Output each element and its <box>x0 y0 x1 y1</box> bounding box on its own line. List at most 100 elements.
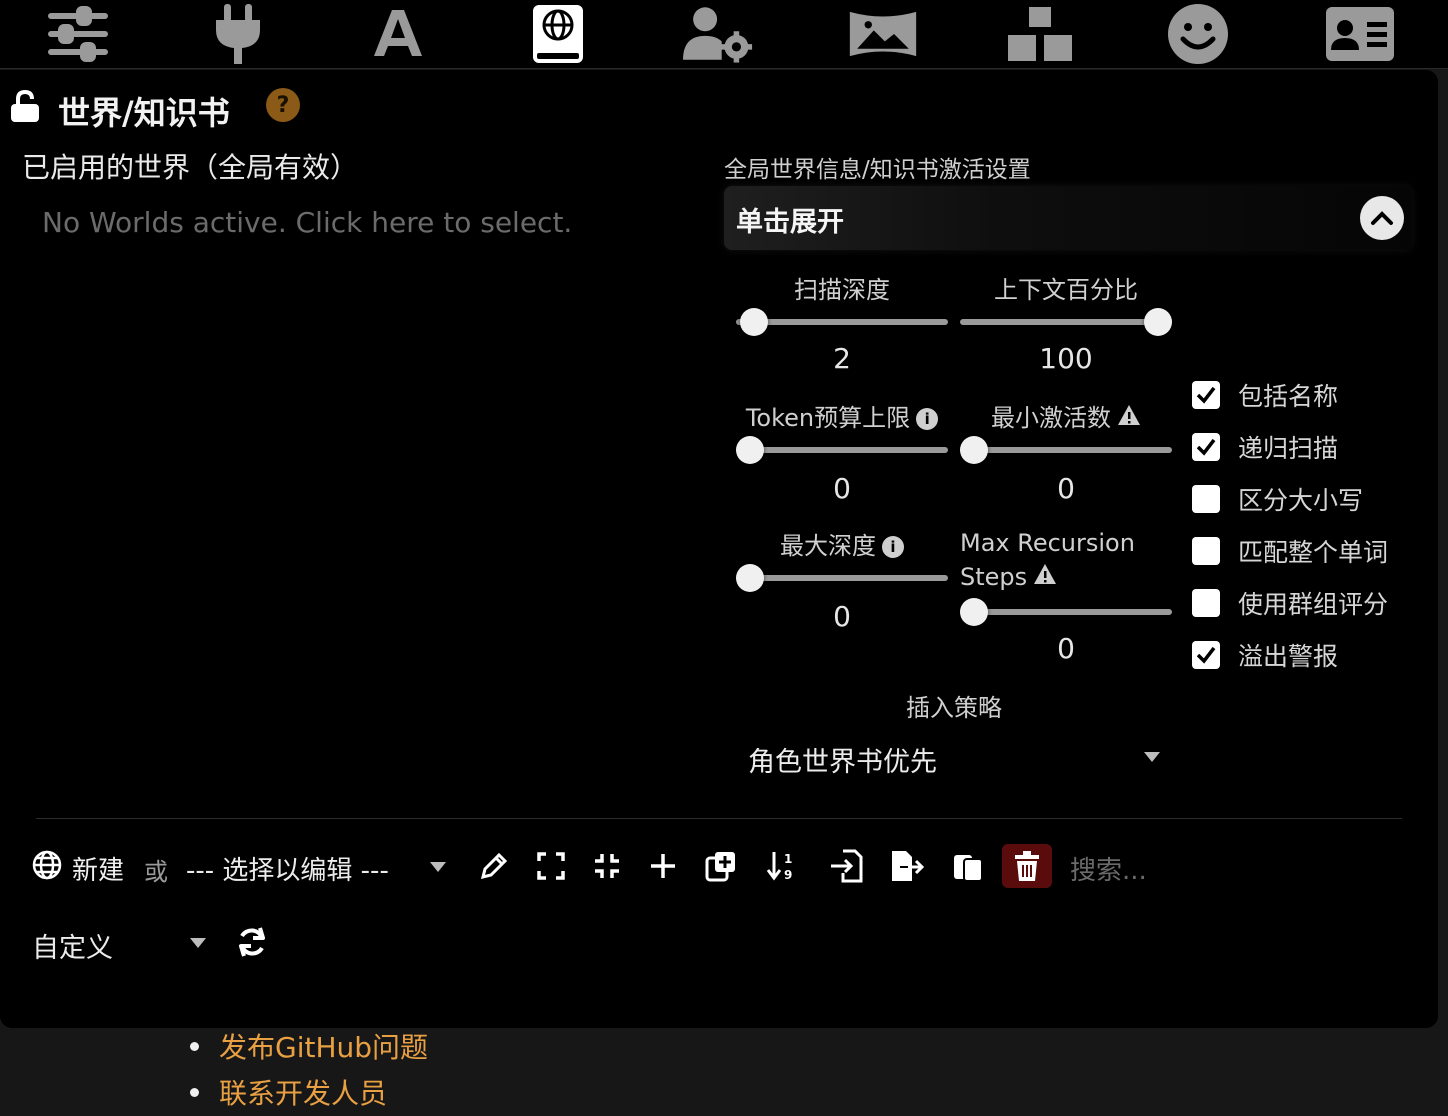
active-worlds-label: 已启用的世界（全局有效） <box>22 151 359 184</box>
collapse-icon[interactable] <box>587 846 627 886</box>
checkbox-label: 递归扫描 <box>1238 434 1339 463</box>
checkbox-label: 溢出警报 <box>1238 642 1339 671</box>
max-recursion-label: Max Recursion Steps <box>960 526 1172 594</box>
drawer-label: 单击展开 <box>736 207 844 238</box>
checkbox-include-names[interactable]: 包括名称 <box>1192 378 1338 412</box>
active-worlds-select[interactable]: No Worlds active. Click here to select. <box>42 206 572 239</box>
warning-icon[interactable] <box>1033 560 1057 594</box>
token-budget-value: 0 <box>833 472 851 505</box>
add-entry-icon[interactable] <box>643 846 683 886</box>
checkbox-label: 使用群组评分 <box>1238 590 1389 619</box>
user-gear-icon[interactable] <box>683 2 753 66</box>
max-recursion-value: 0 <box>1057 632 1075 665</box>
min-activations-value: 0 <box>1057 472 1075 505</box>
contact-developer-link[interactable]: 联系开发人员 <box>219 1072 387 1112</box>
min-activations-slider[interactable] <box>960 436 1172 464</box>
context-percent-value: 100 <box>1039 342 1093 375</box>
rename-pencil-icon[interactable] <box>474 846 514 886</box>
insertion-strategy-label: 插入策略 <box>906 694 1002 722</box>
max-recursion-label-line1: Max Recursion <box>960 529 1135 557</box>
bullet <box>190 1087 199 1097</box>
refresh-icon[interactable] <box>236 926 268 962</box>
duplicate-entry-icon[interactable] <box>701 846 741 886</box>
github-issue-link[interactable]: 发布GitHub问题 <box>219 1026 428 1066</box>
checkbox-label: 区分大小写 <box>1238 486 1364 515</box>
svg-text:9: 9 <box>784 868 792 882</box>
max-depth-label: 最大深度 i <box>736 526 948 561</box>
image-icon[interactable] <box>848 2 918 66</box>
or-label: 或 <box>144 858 168 886</box>
globe-icon[interactable] <box>32 850 62 884</box>
svg-text:1: 1 <box>784 852 792 866</box>
smiley-icon[interactable] <box>1163 2 1233 66</box>
insertion-strategy-select[interactable]: 角色世界书优先 <box>736 734 1172 778</box>
activation-settings-label: 全局世界信息/知识书激活设置 <box>724 157 1031 183</box>
export-icon[interactable] <box>888 846 928 886</box>
settings-drawer-toggle[interactable]: 单击展开 <box>724 186 1412 250</box>
font-icon[interactable] <box>363 2 433 66</box>
checkbox-match-whole-words[interactable]: 匹配整个单词 <box>1192 534 1388 568</box>
context-percent-slider[interactable] <box>960 308 1172 336</box>
top-navigation-bar <box>0 0 1448 69</box>
bullet <box>190 1041 199 1051</box>
scan-depth-label: 扫描深度 <box>794 276 890 304</box>
chevron-down-icon <box>1144 752 1160 762</box>
unlock-icon[interactable] <box>10 89 40 126</box>
scan-depth-slider[interactable] <box>736 308 948 336</box>
checkbox-group-scoring[interactable]: 使用群组评分 <box>1192 586 1388 620</box>
search-input[interactable]: 搜索... <box>1070 850 1147 887</box>
insertion-strategy-value: 角色世界书优先 <box>748 747 937 778</box>
checkbox-box[interactable] <box>1192 641 1220 669</box>
scan-depth-value: 2 <box>833 342 851 375</box>
expand-icon[interactable] <box>531 846 571 886</box>
checkbox-box[interactable] <box>1192 381 1220 409</box>
world-edit-select[interactable]: --- 选择以编辑 --- <box>186 848 450 888</box>
world-info-panel: 世界/知识书 ? 已启用的世界（全局有效） No Worlds active. … <box>0 70 1438 1028</box>
checkbox-box[interactable] <box>1192 485 1220 513</box>
checkbox-box[interactable] <box>1192 433 1220 461</box>
chevron-up-icon[interactable] <box>1360 196 1404 240</box>
token-budget-label: Token预算上限 i <box>736 398 948 433</box>
checkbox-recursive-scan[interactable]: 递归扫描 <box>1192 430 1338 464</box>
sliders-icon[interactable] <box>43 2 113 66</box>
token-budget-label-text: Token预算上限 <box>745 404 911 432</box>
max-depth-label-text: 最大深度 <box>780 532 876 560</box>
import-icon[interactable] <box>826 846 866 886</box>
warning-icon[interactable] <box>1117 404 1141 432</box>
checkbox-case-sensitive[interactable]: 区分大小写 <box>1192 482 1363 516</box>
checkbox-overflow-alert[interactable]: 溢出警报 <box>1192 638 1338 672</box>
new-world-button[interactable]: 新建 <box>72 850 124 887</box>
info-icon[interactable]: i <box>882 536 904 558</box>
max-recursion-label-line2: Steps <box>960 563 1028 591</box>
sort-icon[interactable]: 19 <box>763 846 803 886</box>
panel-title: 世界/知识书 <box>58 94 230 132</box>
divider <box>36 818 1402 819</box>
delete-world-button[interactable] <box>1002 844 1052 888</box>
context-percent-label: 上下文百分比 <box>994 276 1138 304</box>
info-icon[interactable]: i <box>916 408 939 430</box>
checkbox-label: 匹配整个单词 <box>1238 538 1389 567</box>
list-item: 发布GitHub问题 <box>190 1026 428 1066</box>
trash-icon <box>1015 851 1039 881</box>
sort-order-value: 自定义 <box>32 933 113 964</box>
max-depth-value: 0 <box>833 600 851 633</box>
sort-order-select[interactable]: 自定义 <box>32 920 212 964</box>
chevron-down-icon <box>430 862 446 872</box>
book-globe-icon[interactable] <box>523 2 593 66</box>
max-depth-slider[interactable] <box>736 564 948 592</box>
world-edit-select-value: --- 选择以编辑 --- <box>186 856 389 886</box>
min-activations-label-text: 最小激活数 <box>991 404 1111 432</box>
chevron-down-icon <box>190 938 206 948</box>
checkbox-box[interactable] <box>1192 537 1220 565</box>
min-activations-label: 最小激活数 <box>960 398 1172 433</box>
token-budget-slider[interactable] <box>736 436 948 464</box>
checkbox-box[interactable] <box>1192 589 1220 617</box>
max-recursion-slider[interactable] <box>960 598 1172 626</box>
checkbox-label: 包括名称 <box>1238 382 1339 411</box>
id-card-icon[interactable] <box>1325 2 1395 66</box>
help-icon[interactable]: ? <box>266 88 300 122</box>
copy-icon[interactable] <box>949 846 989 886</box>
plug-icon[interactable] <box>203 2 273 66</box>
list-item: 联系开发人员 <box>190 1072 387 1112</box>
cubes-icon[interactable] <box>1005 2 1075 66</box>
